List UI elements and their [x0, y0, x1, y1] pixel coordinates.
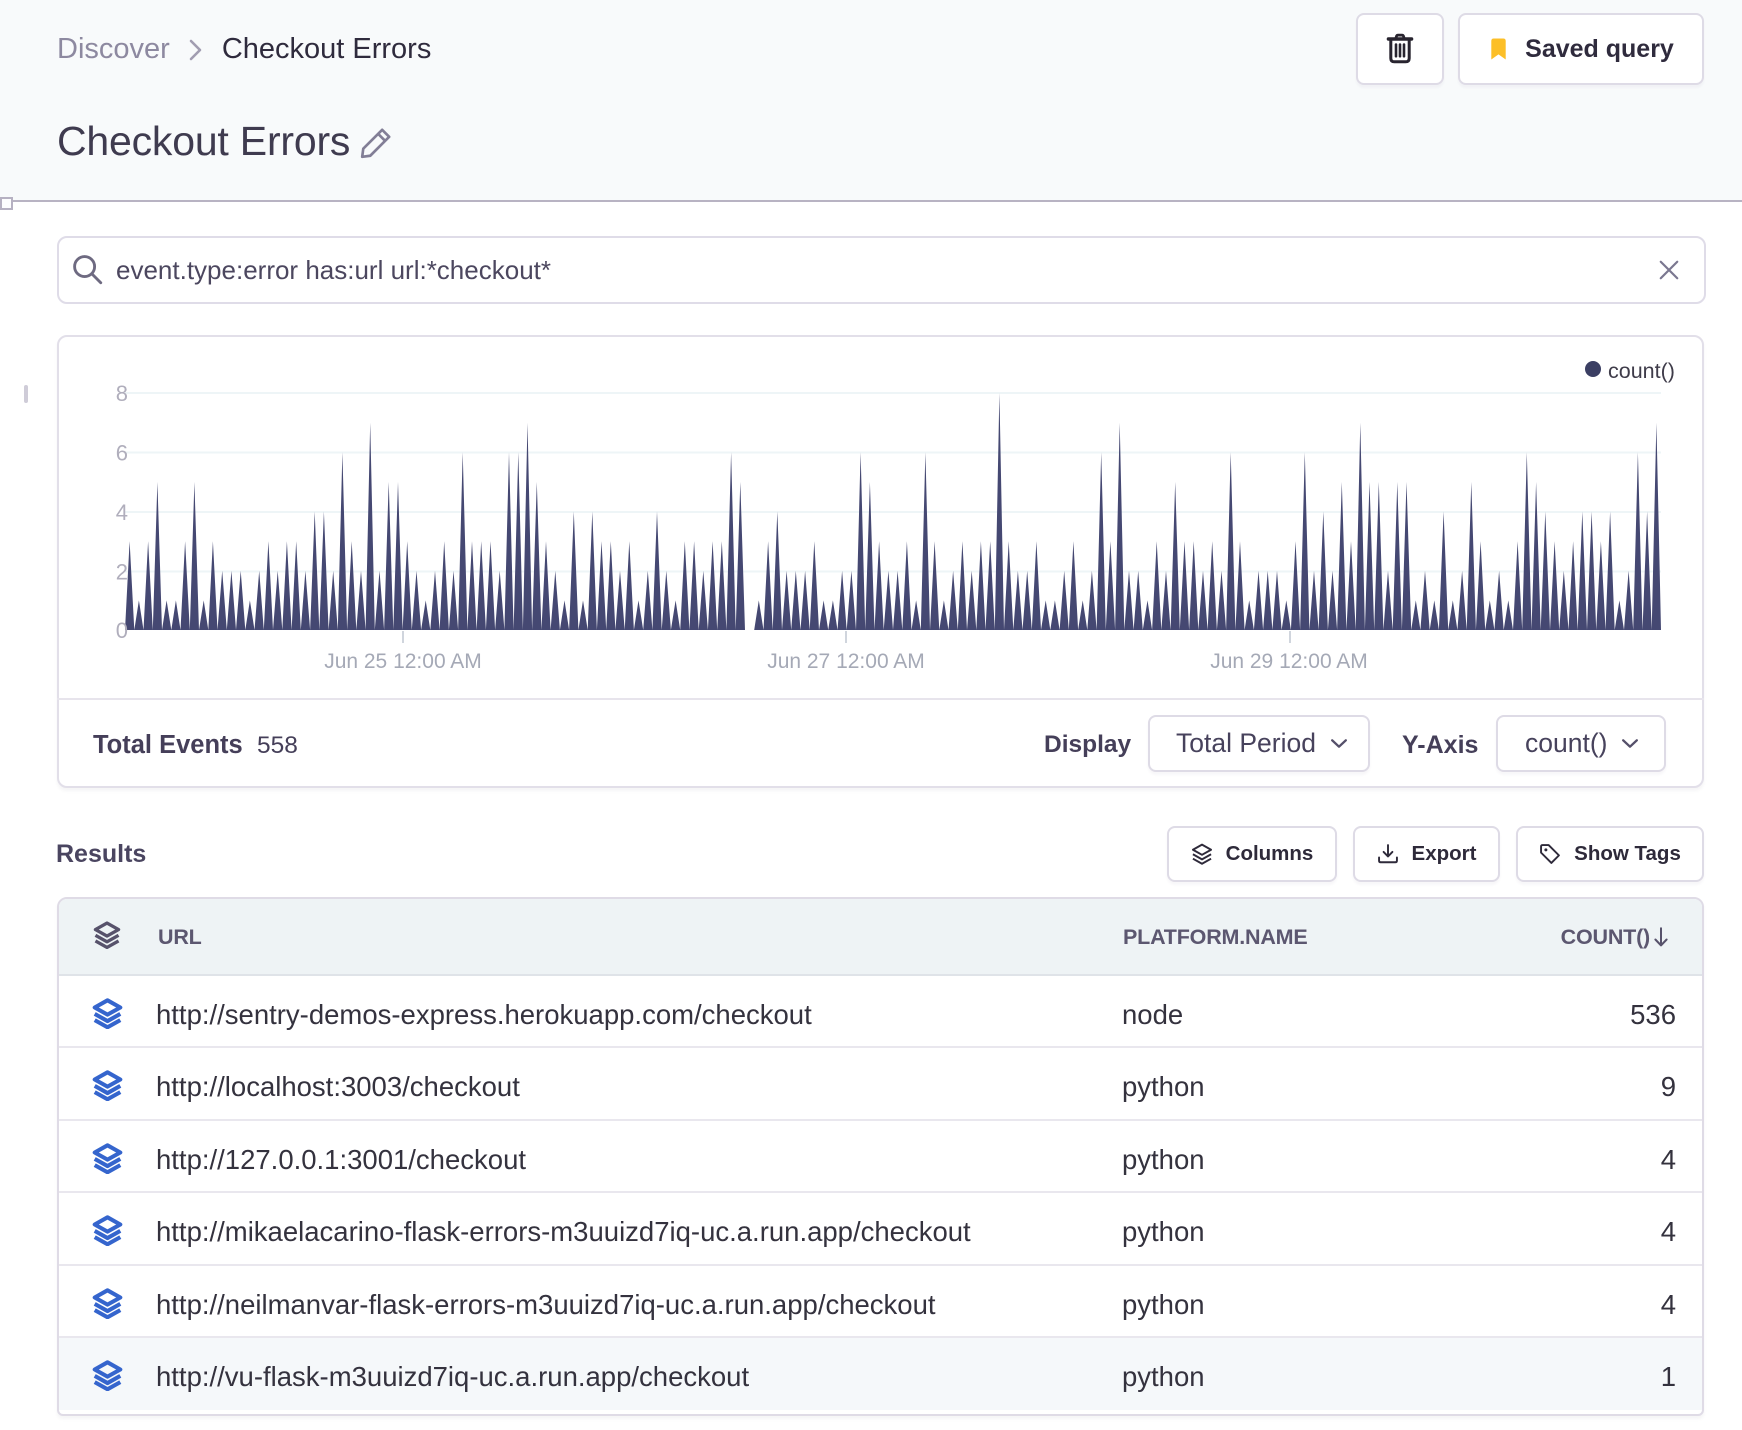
svg-text:0: 0 — [116, 618, 128, 643]
svg-text:2: 2 — [116, 560, 128, 585]
svg-text:count(): count() — [1608, 359, 1675, 383]
svg-text:4: 4 — [116, 500, 128, 525]
svg-text:8: 8 — [116, 381, 128, 406]
svg-text:Jun 27 12:00 AM: Jun 27 12:00 AM — [767, 650, 925, 673]
svg-text:Jun 29 12:00 AM: Jun 29 12:00 AM — [1210, 650, 1368, 673]
svg-text:6: 6 — [116, 441, 128, 466]
svg-text:Jun 25 12:00 AM: Jun 25 12:00 AM — [324, 650, 482, 673]
